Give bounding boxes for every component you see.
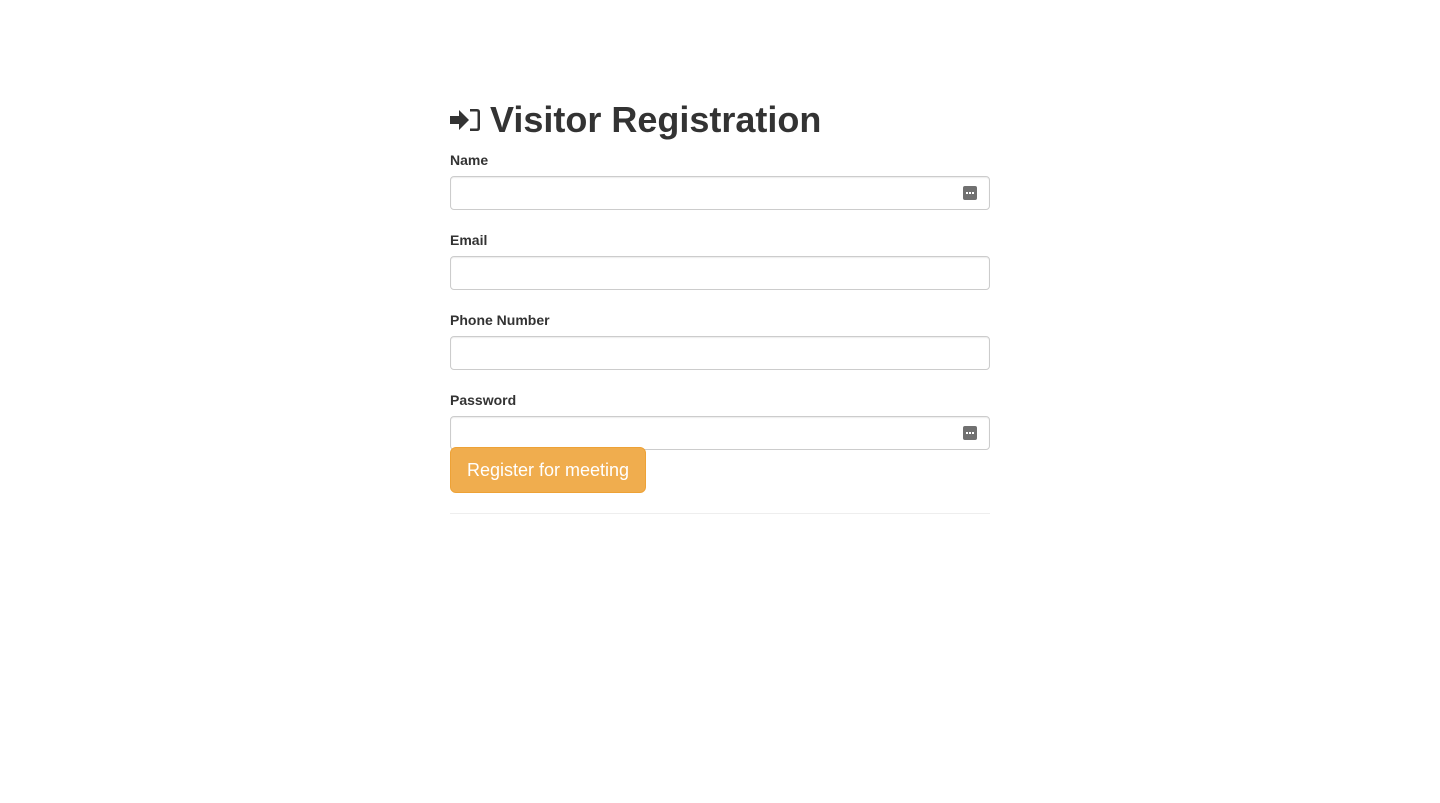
phone-number-input[interactable] xyxy=(450,336,990,370)
sign-in-icon xyxy=(450,104,482,136)
page-title: Visitor Registration xyxy=(450,96,990,144)
divider xyxy=(450,513,990,514)
email-label: Email xyxy=(450,232,488,248)
registration-form: Name Email Phone Number Password xyxy=(450,150,990,450)
email-field-group: Email xyxy=(450,230,990,290)
password-input[interactable] xyxy=(450,416,990,450)
password-field-group: Password xyxy=(450,390,990,450)
phone-field-group: Phone Number xyxy=(450,310,990,370)
name-label: Name xyxy=(450,152,489,168)
phone-number-label: Phone Number xyxy=(450,312,550,328)
name-field-group: Name xyxy=(450,150,990,210)
autofill-icon[interactable] xyxy=(963,186,977,200)
password-label: Password xyxy=(450,392,517,408)
autofill-icon[interactable] xyxy=(963,426,977,440)
page-title-text: Visitor Registration xyxy=(490,99,822,140)
registration-panel: Visitor Registration Name Email Phone Nu… xyxy=(450,96,990,514)
name-input[interactable] xyxy=(450,176,990,210)
email-input[interactable] xyxy=(450,256,990,290)
register-for-meeting-button[interactable]: Register for meeting xyxy=(450,447,647,493)
